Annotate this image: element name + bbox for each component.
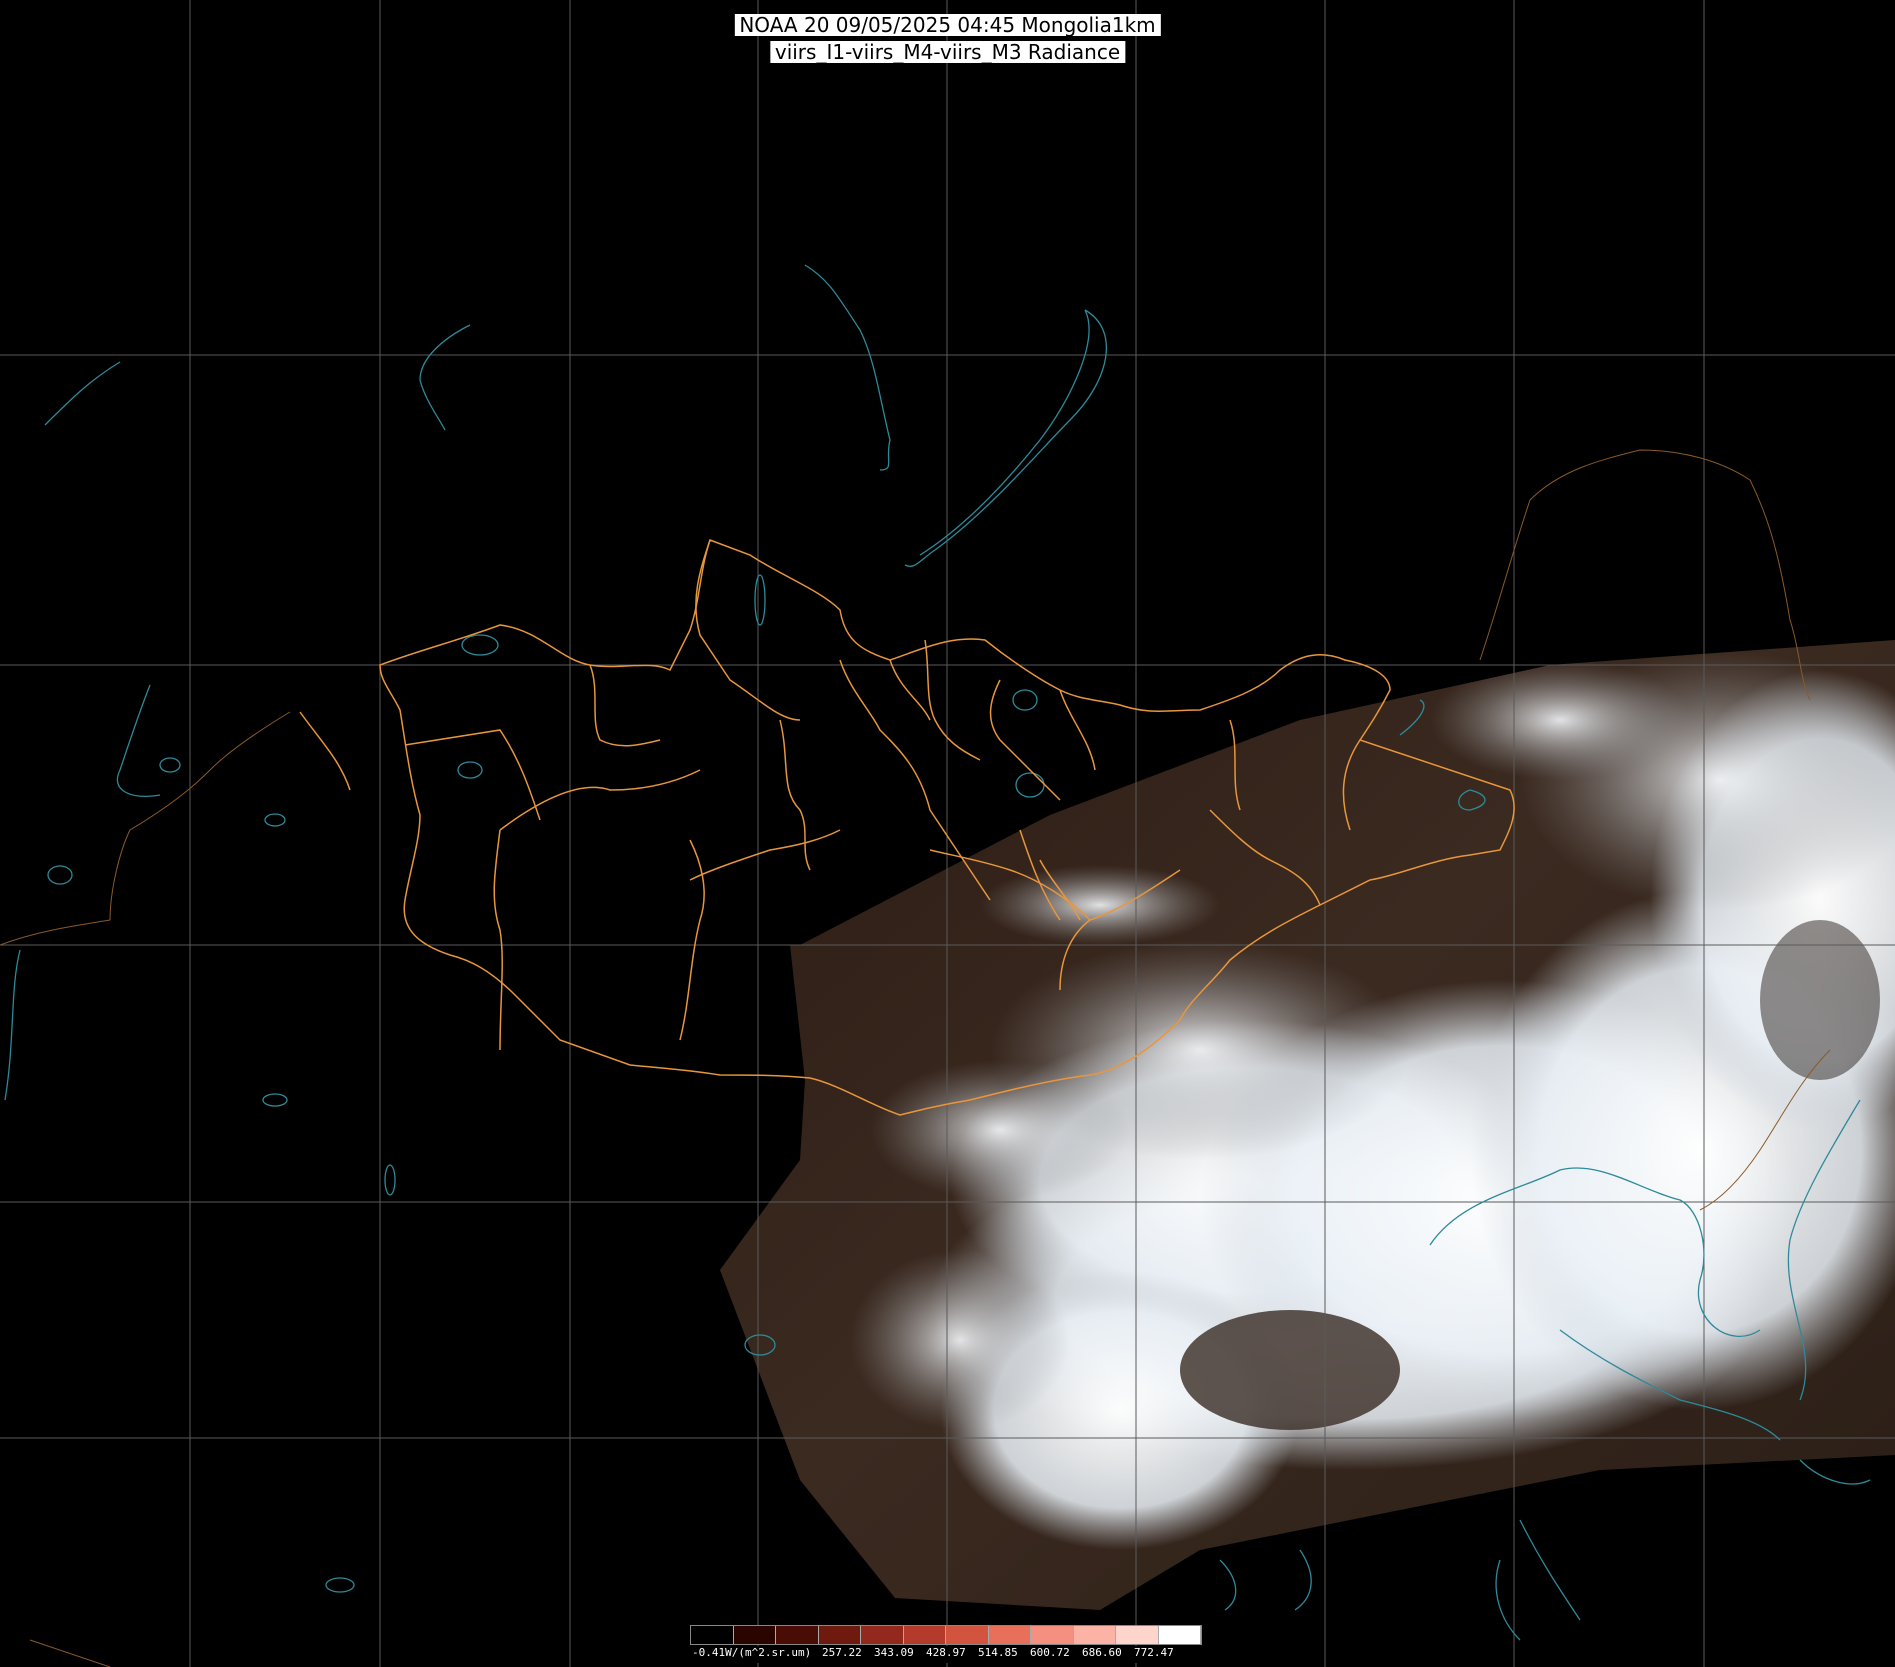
legend-tick-label: 514.85 [978,1646,1018,1659]
map-subtitle: viirs_I1-viirs_M4-viirs_M3 Radiance [769,41,1126,63]
legend-tick-label: 600.72 [1030,1646,1070,1659]
legend-min-label: -0.41W/(m^2.sr.um) [692,1646,812,1659]
satellite-map [0,0,1895,1667]
legend: -0.41W/(m^2.sr.um) 257.22 343.09 428.97 514… [690,1625,1202,1665]
legend-swatch [988,1626,1031,1644]
legend-swatch [861,1626,904,1644]
legend-tick-label: 428.97 [926,1646,966,1659]
legend-tick-label: 686.60 [1082,1646,1122,1659]
legend-swatch [818,1626,861,1644]
legend-swatch [733,1626,776,1644]
legend-labels: -0.41W/(m^2.sr.um) 257.22 343.09 428.97 514… [690,1646,1202,1663]
legend-swatch [1158,1626,1201,1644]
legend-colorbar [690,1625,1202,1645]
legend-tick-label: 343.09 [874,1646,914,1659]
legend-swatch [946,1626,989,1644]
legend-swatch [1116,1626,1159,1644]
legend-tick-label: 257.22 [822,1646,862,1659]
legend-swatch [1031,1626,1074,1644]
legend-swatch [776,1626,819,1644]
legend-tick-label: 772.47 [1134,1646,1174,1659]
map-title: NOAA 20 09/05/2025 04:45 Mongolia1km [734,14,1161,36]
legend-swatch [691,1626,734,1644]
legend-swatch [1073,1626,1116,1644]
legend-swatch [903,1626,946,1644]
